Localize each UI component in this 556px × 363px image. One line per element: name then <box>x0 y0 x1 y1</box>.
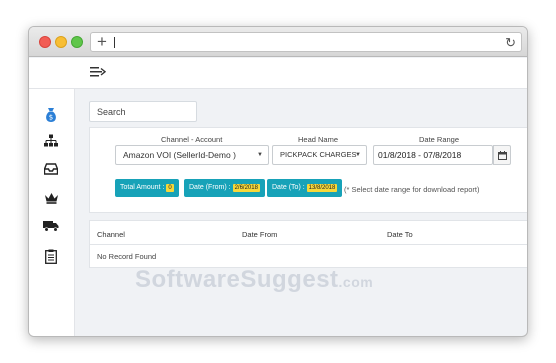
truck-icon[interactable] <box>42 220 60 236</box>
table-divider <box>90 244 527 245</box>
channel-account-label: Channel - Account <box>161 135 223 144</box>
total-amount-label: Total Amount : <box>120 184 165 191</box>
calendar-icon[interactable] <box>493 145 511 165</box>
sitemap-icon[interactable] <box>42 134 60 150</box>
total-amount-chip: Total Amount : 0 <box>115 179 179 197</box>
date-from-label: Date (From) : <box>189 184 231 191</box>
date-to-label: Date (To) : <box>272 184 305 191</box>
channel-account-value: Amazon VOI (SellerId-Demo ) <box>123 150 236 160</box>
close-window-button[interactable] <box>39 36 51 48</box>
chevron-down-icon: ▼ <box>257 152 263 158</box>
column-header-date-to[interactable]: Date To <box>387 230 413 239</box>
text-caret <box>114 37 115 48</box>
watermark-domain: .com <box>338 274 374 290</box>
date-from-chip: Date (From) : 2/6/2018 <box>184 179 265 197</box>
head-name-value: PICKPACK CHARGES <box>280 150 357 159</box>
filter-panel: Channel - Account Head Name Date Range A… <box>89 127 527 213</box>
head-name-label: Head Name <box>298 135 339 144</box>
maximize-window-button[interactable] <box>71 36 83 48</box>
date-to-chip: Date (To) : 13/8/2018 <box>267 179 343 197</box>
watermark-text: SoftwareSuggest <box>135 266 339 293</box>
inbox-icon[interactable] <box>42 163 60 179</box>
date-range-input[interactable]: 01/8/2018 - 07/8/2018 <box>373 145 493 165</box>
download-note: (* Select date range for download report… <box>344 185 480 194</box>
column-header-date-from[interactable]: Date From <box>242 230 277 239</box>
money-bag-icon[interactable]: $ <box>42 107 60 123</box>
sidebar: $ <box>29 89 75 336</box>
channel-account-select[interactable]: Amazon VOI (SellerId-Demo ) ▼ <box>115 145 269 165</box>
minimize-window-button[interactable] <box>55 36 67 48</box>
column-header-channel[interactable]: Channel <box>97 230 125 239</box>
empty-table-message: No Record Found <box>97 252 157 261</box>
crown-icon[interactable] <box>42 192 60 208</box>
new-tab-icon[interactable]: + <box>97 33 107 51</box>
watermark: SoftwareSuggest.com <box>135 266 373 294</box>
total-amount-badge: 0 <box>166 184 174 192</box>
date-range-label: Date Range <box>419 135 460 144</box>
address-bar[interactable]: + ↻ <box>90 32 522 52</box>
app-topbar <box>29 58 527 89</box>
browser-window: + ↻ $ Search Channel - Account Head Name… <box>28 26 528 337</box>
head-name-select[interactable]: PICKPACK CHARGES ▼ <box>272 145 367 165</box>
svg-text:$: $ <box>49 114 53 122</box>
records-table: Channel Date From Date To No Record Foun… <box>89 220 527 268</box>
chevron-down-icon: ▼ <box>355 152 361 158</box>
menu-arrow-icon[interactable] <box>90 66 107 80</box>
browser-titlebar: + ↻ <box>29 27 527 57</box>
date-to-badge: 13/8/2018 <box>306 184 338 192</box>
clipboard-icon[interactable] <box>42 249 60 265</box>
search-input[interactable]: Search <box>89 101 197 122</box>
date-from-badge: 2/6/2018 <box>232 184 260 192</box>
reload-icon[interactable]: ↻ <box>505 34 516 51</box>
